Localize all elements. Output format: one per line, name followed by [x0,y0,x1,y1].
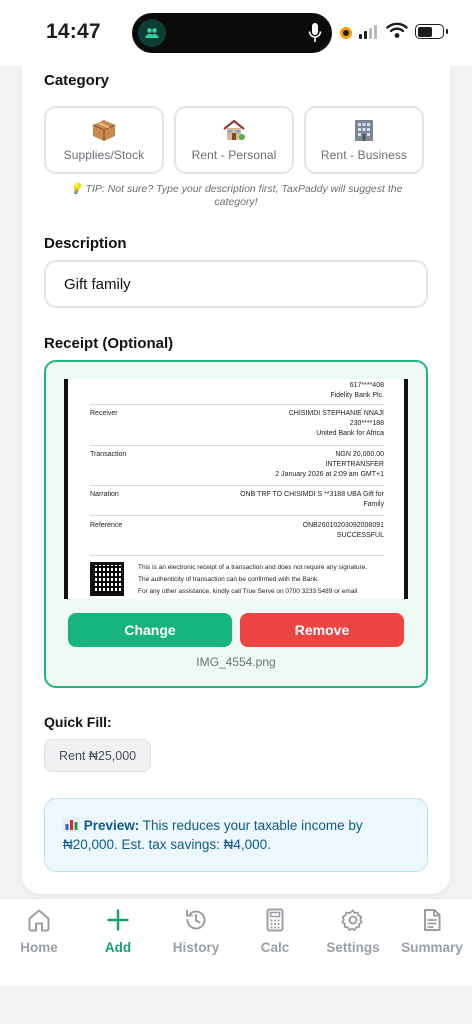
category-option-rent-personal[interactable]: Rent - Personal [174,106,294,174]
receipt-receiver-bank: United Bank for Africa [316,430,384,437]
quick-fill-chip-rent[interactable]: Rent ₦25,000 [44,739,152,772]
description-input[interactable] [44,260,428,308]
nav-settings[interactable]: Settings [314,907,392,955]
receipt-transaction-date: 2 January 2026 at 2:09 am GMT+1 [275,471,384,478]
nav-home[interactable]: Home [0,907,78,955]
nav-calc[interactable]: Calc [236,907,314,955]
receipt-image-preview: 617****408 Fidelity Bank Plc. Receiver C… [64,379,408,599]
package-icon [92,120,116,141]
preview-title: Preview: [83,818,140,833]
recording-indicator-icon [340,27,352,39]
category-option-label: Supplies/Stock [63,148,145,162]
receipt-transaction-type: INTERTRANSFER [325,461,384,468]
nav-home-label: Home [20,940,58,955]
change-receipt-button[interactable]: Change [68,613,232,647]
receipt-narration-label: Narration [90,491,119,498]
status-bar: 14:47 [0,0,472,66]
nav-add[interactable]: Add [79,907,157,955]
receipt-file-name: IMG_4554.png [196,655,276,669]
receipt-reference-status: SUCCESSFUL [336,532,384,539]
bottom-nav: Home Add History Calc Settings Summary [0,898,472,986]
bar-chart-icon [63,817,80,832]
category-option-label: Rent - Personal [191,148,277,162]
category-option-supplies-stock[interactable]: Supplies/Stock [44,106,164,174]
receipt-transaction-label: Transaction [90,451,127,458]
nav-history-label: History [172,940,220,955]
history-icon [186,909,206,930]
description-label: Description [44,235,127,252]
receipt-reference-value: ONB26010203092008091 [302,522,384,529]
battery-icon [415,24,448,39]
plus-icon [107,909,129,931]
receipt-upload-box: 617****408 Fidelity Bank Plc. Receiver C… [44,360,428,688]
microphone-icon [308,22,322,49]
nav-settings-label: Settings [326,940,380,955]
document-icon [424,909,441,931]
expense-form-card: Category Supplies/Stock Rent - Personal … [22,66,450,894]
receipt-narration-line1: ONB TRF TO CHISIMDI S **3188 UBA Gift fo… [240,491,384,498]
category-option-label: Rent - Business [320,148,408,162]
shareplay-icon [138,19,166,47]
nav-summary[interactable]: Summary [393,907,471,955]
nav-summary-label: Summary [401,940,463,955]
receipt-narration-line2: Family [363,501,384,508]
nav-add-label: Add [104,940,132,955]
home-icon [28,909,50,932]
category-tip-text: 💡 TIP: Not sure? Type your description f… [69,183,403,208]
receipt-sender-bank: Fidelity Bank Plc. [330,392,384,399]
receipt-footer-line2: The authenticity of transaction can be c… [138,576,320,583]
status-time: 14:47 [46,20,101,43]
category-label: Category [44,72,110,89]
office-building-icon [355,120,373,141]
nav-history[interactable]: History [157,907,235,955]
receipt-label: Receipt (Optional) [44,335,174,352]
receipt-receiver-name: CHISIMDI STEPHANIE NNAJI [288,410,384,417]
dynamic-island [132,13,332,53]
qr-code-icon [90,562,124,596]
receipt-sender-account: 617****408 [349,382,384,389]
nav-calc-label: Calc [260,940,290,955]
quick-fill-label: Quick Fill: [44,714,112,730]
receipt-footer-line1: This is an electronic receipt of a trans… [138,564,368,571]
receipt-footer-line3: For any other assistance, kindly call Tr… [138,588,358,595]
receipt-receiver-label: Receiver [90,410,118,417]
house-icon [223,119,245,140]
tax-preview-box: Preview: This reduces your taxable incom… [44,798,428,872]
receipt-transaction-amount: NGN 20,000.00 [335,451,384,458]
gear-icon [341,909,363,931]
category-option-rent-business[interactable]: Rent - Business [304,106,424,174]
receipt-receiver-account: 230****188 [349,420,384,427]
receipt-reference-label: Reference [90,522,123,529]
remove-receipt-button[interactable]: Remove [240,613,404,647]
cellular-signal-icon [359,24,377,39]
home-indicator-area [0,986,472,1024]
calculator-icon [266,908,284,932]
wifi-icon [386,21,408,44]
